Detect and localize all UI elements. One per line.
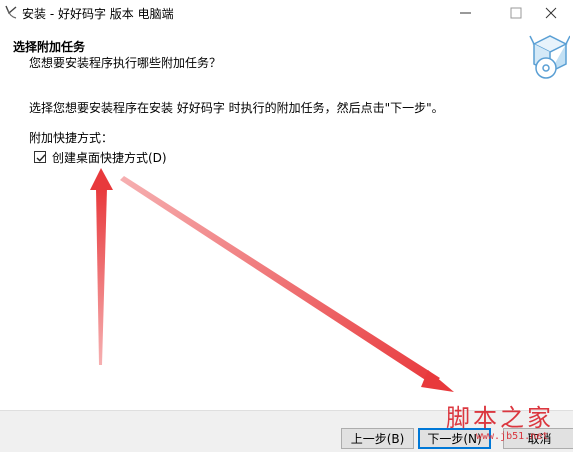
page-subtitle: 您想要安装程序执行哪些附加任务？: [29, 56, 222, 70]
minimize-button[interactable]: [443, 0, 489, 26]
shortcut-group-label: 附加快捷方式：: [29, 131, 114, 145]
setup-icon: [3, 4, 19, 20]
page-header: 选择附加任务 您想要安装程序执行哪些附加任务？: [0, 28, 573, 86]
arrow-to-checkbox: [90, 168, 113, 365]
cancel-button[interactable]: 取消: [503, 428, 573, 449]
next-button[interactable]: 下一步(N): [418, 428, 491, 449]
arrow-to-next-button: [120, 176, 454, 392]
checkmark-icon: [36, 154, 46, 162]
footer-bar: 上一步(B) 下一步(N) 取消: [0, 410, 573, 452]
close-icon: [545, 7, 557, 19]
page-title: 选择附加任务: [13, 40, 86, 54]
maximize-button[interactable]: [493, 0, 539, 26]
desktop-shortcut-label[interactable]: 创建桌面快捷方式(D): [52, 149, 167, 166]
window-title: 安装 - 好好码字 版本 电脑端: [22, 7, 174, 21]
installer-window: 安装 - 好好码字 版本 电脑端 选择附加任务 您想要安装程序执行哪些附加任务？: [0, 0, 573, 452]
close-button[interactable]: [538, 0, 573, 26]
title-bar: 安装 - 好好码字 版本 电脑端: [0, 0, 573, 28]
instruction-text: 选择您想要安装程序在安装 好好码字 时执行的附加任务，然后点击"下一步"。: [29, 101, 444, 115]
maximize-icon: [510, 7, 522, 19]
install-box-icon: [528, 30, 571, 86]
desktop-shortcut-checkbox[interactable]: [34, 151, 46, 163]
desktop-shortcut-option[interactable]: 创建桌面快捷方式(D): [34, 148, 167, 166]
back-button[interactable]: 上一步(B): [341, 428, 414, 449]
